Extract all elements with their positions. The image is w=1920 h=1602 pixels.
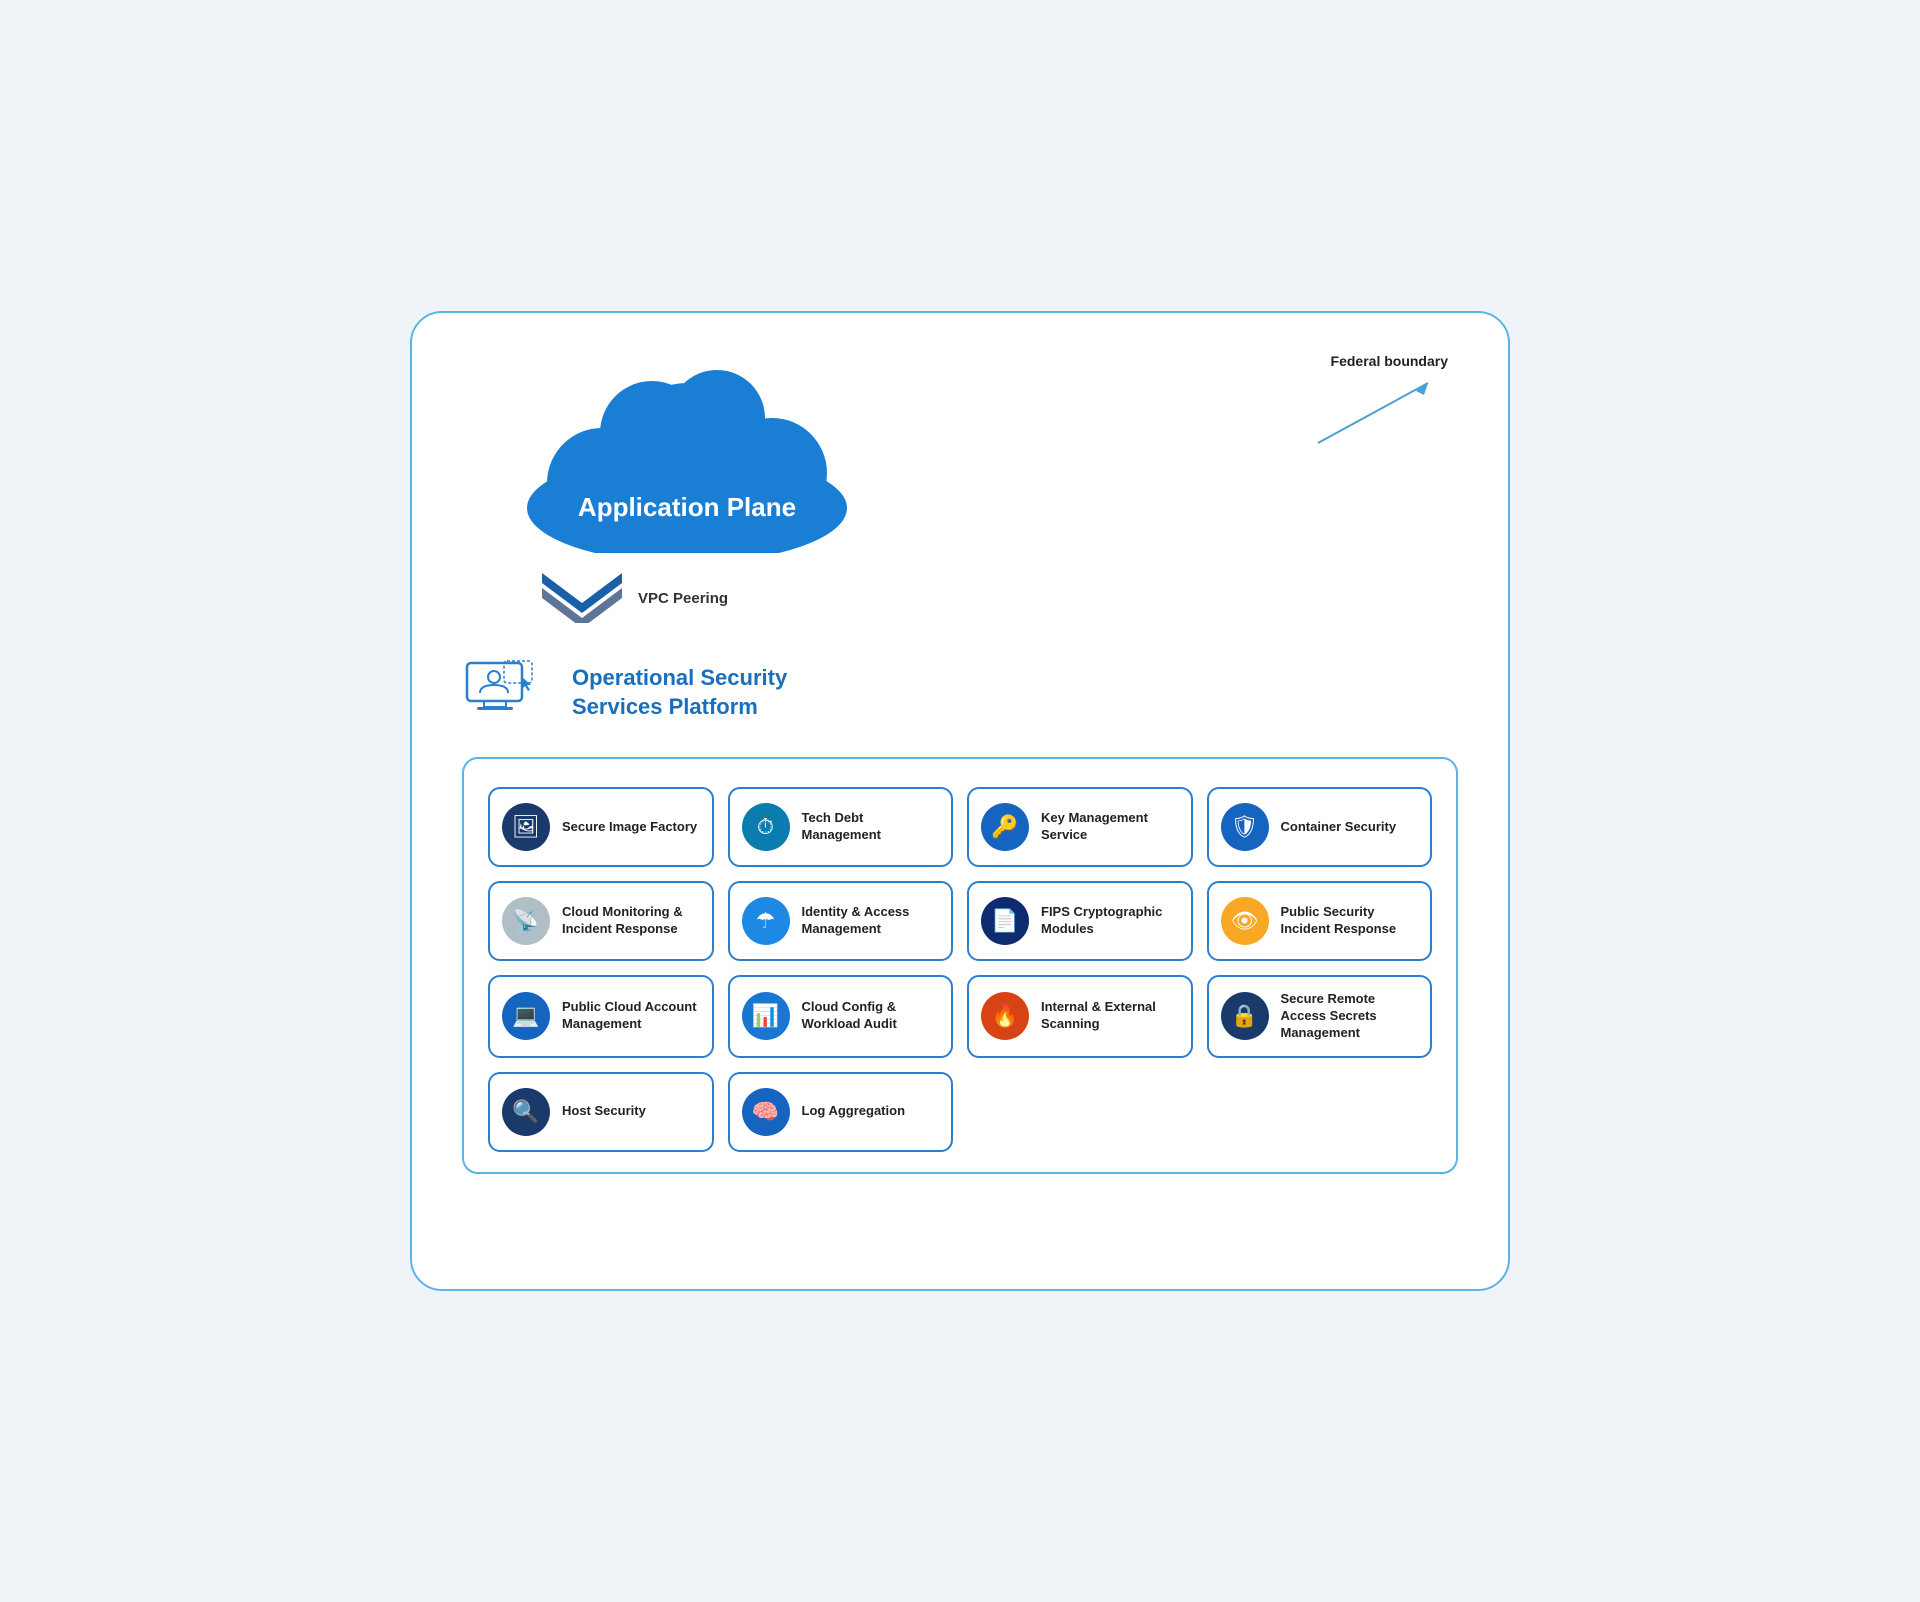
- federal-boundary-label: Federal boundary: [1331, 353, 1448, 369]
- tile-icon-internal-external-scanning: 🔥: [981, 992, 1029, 1040]
- tile-secure-image-factory: 🖼 Secure Image Factory: [488, 787, 714, 867]
- tile-host-security: 🔍 Host Security: [488, 1072, 714, 1152]
- ops-platform-title: Operational Security Services Platform: [572, 664, 852, 721]
- services-grid: 🖼 Secure Image Factory ⏱ Tech Debt Manag…: [488, 787, 1432, 1152]
- tile-label-secure-remote-access: Secure Remote Access Secrets Management: [1281, 991, 1419, 1042]
- cloud-shape-container: Application Plane: [502, 353, 872, 553]
- cloud-label: Application Plane: [578, 492, 796, 523]
- tile-label-log-aggregation: Log Aggregation: [802, 1103, 906, 1120]
- tile-cloud-config-workload: 📊 Cloud Config & Workload Audit: [728, 975, 954, 1058]
- tile-icon-fips-cryptographic: 📄: [981, 897, 1029, 945]
- tile-label-fips-cryptographic: FIPS Cryptographic Modules: [1041, 904, 1179, 938]
- tile-key-management-service: 🔑 Key Management Service: [967, 787, 1193, 867]
- tile-icon-tech-debt-management: ⏱: [742, 803, 790, 851]
- tile-label-cloud-monitoring: Cloud Monitoring & Incident Response: [562, 904, 700, 938]
- tile-icon-secure-remote-access: 🔒: [1221, 992, 1269, 1040]
- tile-internal-external-scanning: 🔥 Internal & External Scanning: [967, 975, 1193, 1058]
- main-container: Federal boundary Application Plane: [410, 311, 1510, 1291]
- federal-boundary-section: Federal boundary: [1308, 353, 1448, 453]
- tile-icon-key-management-service: 🔑: [981, 803, 1029, 851]
- tile-icon-cloud-monitoring: 📡: [502, 897, 550, 945]
- tile-label-secure-image-factory: Secure Image Factory: [562, 819, 697, 836]
- tile-label-host-security: Host Security: [562, 1103, 646, 1120]
- tile-icon-identity-access-management: ☂: [742, 897, 790, 945]
- tile-label-public-security-incident: Public Security Incident Response: [1281, 904, 1419, 938]
- tile-icon-secure-image-factory: 🖼: [502, 803, 550, 851]
- tile-secure-remote-access: 🔒 Secure Remote Access Secrets Managemen…: [1207, 975, 1433, 1058]
- tile-icon-container-security: 🛡: [1221, 803, 1269, 851]
- tile-label-container-security: Container Security: [1281, 819, 1397, 836]
- tile-identity-access-management: ☂ Identity & Access Management: [728, 881, 954, 961]
- tile-fips-cryptographic: 📄 FIPS Cryptographic Modules: [967, 881, 1193, 961]
- tile-icon-host-security: 🔍: [502, 1088, 550, 1136]
- tile-label-public-cloud-account: Public Cloud Account Management: [562, 999, 700, 1033]
- tile-public-cloud-account: 💻 Public Cloud Account Management: [488, 975, 714, 1058]
- vpc-section: VPC Peering: [542, 573, 1458, 623]
- tile-container-security: 🛡 Container Security: [1207, 787, 1433, 867]
- tile-icon-cloud-config-workload: 📊: [742, 992, 790, 1040]
- chevron-svg: [542, 573, 622, 623]
- vpc-label: VPC Peering: [638, 590, 728, 607]
- tile-public-security-incident: 👁 Public Security Incident Response: [1207, 881, 1433, 961]
- tile-label-identity-access-management: Identity & Access Management: [802, 904, 940, 938]
- tile-label-internal-external-scanning: Internal & External Scanning: [1041, 999, 1179, 1033]
- tile-icon-public-cloud-account: 💻: [502, 992, 550, 1040]
- ops-icon-svg: [462, 653, 552, 733]
- federal-boundary-arrow: [1308, 373, 1448, 453]
- cloud-svg: [502, 353, 872, 553]
- tile-log-aggregation: 🧠 Log Aggregation: [728, 1072, 954, 1152]
- platform-box: 🖼 Secure Image Factory ⏱ Tech Debt Manag…: [462, 757, 1458, 1174]
- last-row: 🔍 Host Security 🧠 Log Aggregation: [488, 1072, 953, 1152]
- tile-cloud-monitoring: 📡 Cloud Monitoring & Incident Response: [488, 881, 714, 961]
- tile-tech-debt-management: ⏱ Tech Debt Management: [728, 787, 954, 867]
- tile-icon-public-security-incident: 👁: [1221, 897, 1269, 945]
- ops-platform-header: Operational Security Services Platform: [462, 653, 1458, 733]
- tile-label-key-management-service: Key Management Service: [1041, 810, 1179, 844]
- tile-label-tech-debt-management: Tech Debt Management: [802, 810, 940, 844]
- tile-label-cloud-config-workload: Cloud Config & Workload Audit: [802, 999, 940, 1033]
- tile-icon-log-aggregation: 🧠: [742, 1088, 790, 1136]
